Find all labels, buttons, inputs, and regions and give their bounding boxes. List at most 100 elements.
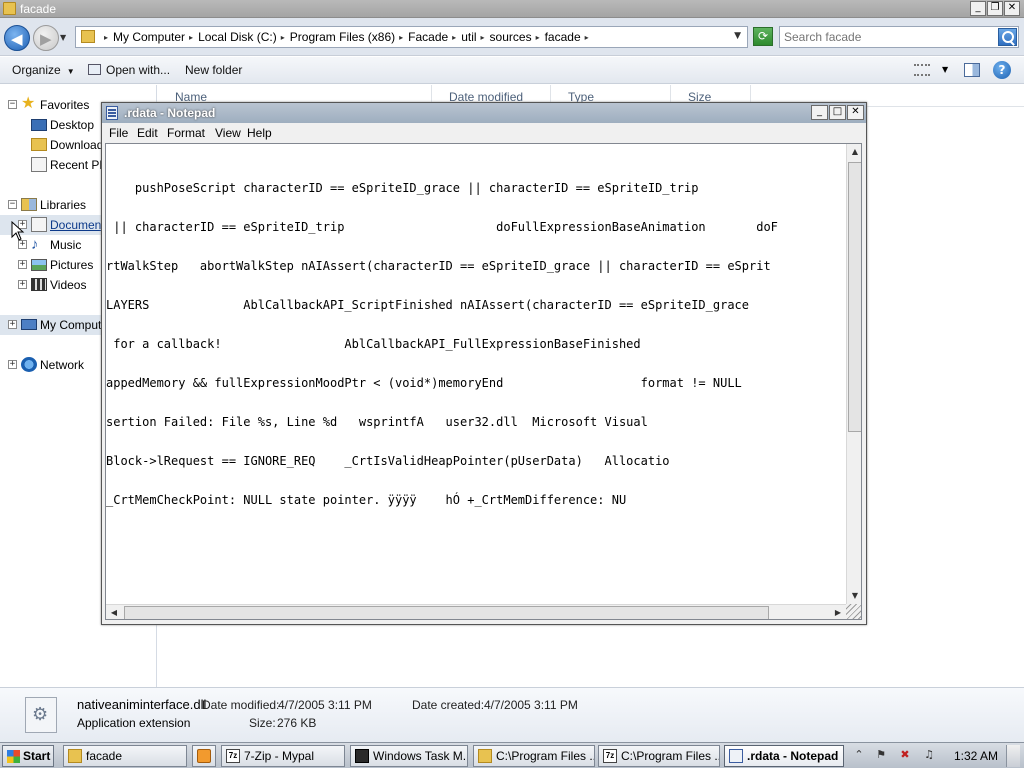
computer-icon (21, 319, 37, 330)
address-bar[interactable]: ▸ My Computer ▸ Local Disk (C:) ▸ Progra… (75, 26, 748, 48)
chevron-icon[interactable]: ▸ (481, 33, 485, 42)
chevron-icon[interactable]: ▸ (281, 33, 285, 42)
expand-icon[interactable]: + (18, 260, 27, 269)
refresh-button[interactable]: ⟳ (753, 27, 773, 46)
breadcrumb-item[interactable]: My Computer (113, 30, 185, 44)
menu-view[interactable]: View (215, 126, 241, 140)
breadcrumb-item[interactable]: Local Disk (C:) (198, 30, 277, 44)
taskbar-item-explorer-program-files[interactable]: C:\Program Files ... (473, 745, 595, 767)
menu-file[interactable]: File (109, 126, 128, 140)
notepad-minimize-button[interactable]: _ (811, 105, 828, 120)
recent-pages-dropdown[interactable]: ▼ (60, 33, 66, 42)
nav-label: Videos (50, 278, 87, 292)
chevron-down-icon[interactable]: ▼ (942, 65, 948, 74)
start-button[interactable]: Start (2, 745, 54, 767)
taskbar-item-7zip-mypal[interactable]: 7z 7-Zip - Mypal (221, 745, 345, 767)
text-line: Block->lRequest == IGNORE_REQ _CrtIsVali… (106, 454, 670, 468)
taskbar-item-7zip-program-files[interactable]: 7z C:\Program Files ... (598, 745, 720, 767)
expand-icon[interactable]: + (18, 280, 27, 289)
forward-button[interactable]: ▶ (33, 25, 59, 51)
star-icon: ★ (21, 95, 36, 112)
chevron-icon[interactable]: ▸ (399, 33, 403, 42)
network-disconnected-icon[interactable]: ✖ (898, 748, 912, 762)
chevron-down-icon: ▼ (66, 67, 75, 76)
size-label: Size: (249, 716, 276, 730)
scroll-right-icon[interactable]: ▶ (830, 605, 846, 619)
7zip-icon: 7z (603, 749, 617, 763)
chevron-icon[interactable]: ▸ (536, 33, 540, 42)
action-center-icon[interactable]: ⚑ (874, 748, 888, 762)
documents-icon (31, 217, 47, 232)
address-row: ◀ ▶ ▼ ▸ My Computer ▸ Local Disk (C:) ▸ … (0, 18, 1024, 56)
taskbar-item-notepad[interactable]: .rdata - Notepad (724, 745, 844, 767)
views-icon[interactable] (914, 64, 930, 76)
resize-grip-icon[interactable] (846, 604, 861, 619)
text-line: for a callback! AblCallbackAPI_FullExpre… (106, 337, 641, 351)
volume-icon[interactable]: ♫ (922, 748, 936, 762)
horizontal-scrollbar[interactable]: ◀ ▶ (106, 604, 846, 619)
clock[interactable]: 1:32 AM (954, 749, 998, 763)
notepad-menubar: File Edit Format View Help (102, 123, 866, 143)
chevron-icon[interactable]: ▸ (585, 33, 589, 42)
breadcrumb-item[interactable]: facade (545, 30, 581, 44)
notepad-maximize-button[interactable]: □ (829, 105, 846, 120)
notepad-editor[interactable]: pushPoseScript characterID == eSpriteID_… (105, 143, 862, 620)
scroll-up-icon[interactable]: ▲ (847, 144, 861, 160)
back-arrow-icon: ◀ (11, 30, 23, 48)
expand-icon[interactable]: + (18, 240, 27, 249)
search-icon[interactable] (998, 28, 1017, 46)
breadcrumb-item[interactable]: sources (490, 30, 532, 44)
7zip-icon: 7z (226, 749, 240, 763)
chevron-icon[interactable]: ▸ (452, 33, 456, 42)
system-tray: ⌃ ⚑ ✖ ♫ 1:32 AM (848, 745, 1022, 767)
menu-help[interactable]: Help (247, 126, 272, 140)
explorer-titlebar[interactable]: facade _ ❐ ✕ (0, 0, 1024, 18)
open-with-label: Open with... (106, 63, 171, 77)
text-line: || characterID == eSpriteID_trip doFullE… (106, 220, 778, 234)
restore-button[interactable]: ❐ (987, 1, 1003, 16)
chevron-icon[interactable]: ▸ (104, 33, 108, 42)
scroll-down-icon[interactable]: ▼ (847, 588, 861, 604)
notepad-text-area[interactable]: pushPoseScript characterID == eSpriteID_… (106, 156, 846, 604)
organize-button[interactable]: Organize ▼ (12, 63, 75, 77)
scroll-left-icon[interactable]: ◀ (106, 605, 122, 619)
notepad-titlebar[interactable]: .rdata - Notepad _ □ ✕ (102, 103, 866, 123)
taskbar-item-task-manager[interactable]: Windows Task M... (350, 745, 468, 767)
horizontal-scroll-thumb[interactable] (124, 606, 769, 619)
notepad-close-button[interactable]: ✕ (847, 105, 864, 120)
text-line: rtWalkStep abortWalkStep nAIAssert(chara… (106, 259, 771, 273)
search-input[interactable] (784, 29, 994, 45)
menu-edit[interactable]: Edit (137, 126, 158, 140)
new-folder-button[interactable]: New folder (185, 63, 242, 77)
application-icon (88, 64, 101, 75)
close-button[interactable]: ✕ (1004, 1, 1020, 16)
preview-pane-icon[interactable] (964, 63, 980, 77)
collapse-icon[interactable]: − (8, 100, 17, 109)
open-with-button[interactable]: Open with... (88, 63, 170, 77)
vertical-scrollbar[interactable]: ▲ ▼ (846, 144, 861, 604)
breadcrumb-item[interactable]: Program Files (x86) (290, 30, 395, 44)
expand-icon[interactable]: + (8, 360, 17, 369)
show-hidden-icons-icon[interactable]: ⌃ (852, 748, 866, 762)
task-label: 7-Zip - Mypal (244, 749, 315, 763)
expand-icon[interactable]: + (8, 320, 17, 329)
size-value: 276 KB (277, 716, 317, 730)
search-box (779, 26, 1019, 48)
videos-icon (31, 278, 47, 291)
address-dropdown-icon[interactable]: ▼ (734, 31, 741, 41)
breadcrumb-item[interactable]: util (461, 30, 476, 44)
task-manager-icon (355, 749, 369, 763)
taskbar-item-media-player[interactable] (192, 745, 216, 767)
show-desktop-button[interactable] (1006, 745, 1020, 767)
help-icon[interactable]: ? (993, 61, 1011, 79)
chevron-icon[interactable]: ▸ (189, 33, 193, 42)
collapse-icon[interactable]: − (8, 200, 17, 209)
back-button[interactable]: ◀ (4, 25, 30, 51)
organize-label: Organize (12, 63, 61, 77)
task-label: C:\Program Files ... (496, 749, 595, 763)
menu-format[interactable]: Format (167, 126, 205, 140)
minimize-button[interactable]: _ (970, 1, 986, 16)
vertical-scroll-thumb[interactable] (848, 162, 861, 432)
taskbar-item-facade[interactable]: facade (63, 745, 187, 767)
breadcrumb-item[interactable]: Facade (408, 30, 448, 44)
